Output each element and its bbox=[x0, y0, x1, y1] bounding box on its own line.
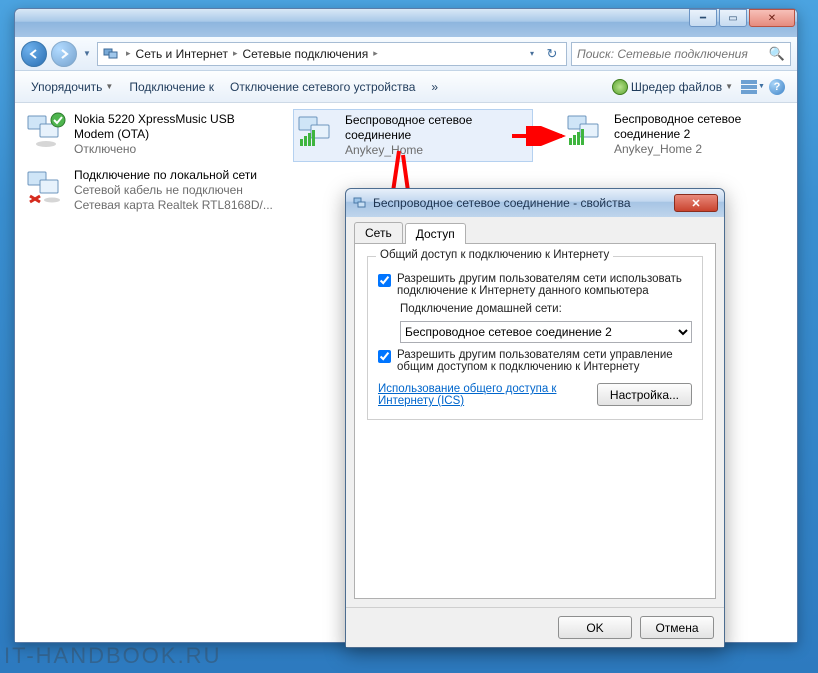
properties-dialog: Беспроводное сетевое соединение - свойст… bbox=[345, 188, 725, 648]
tab-strip: Сеть Доступ bbox=[346, 217, 724, 243]
organize-label: Упорядочить bbox=[31, 80, 102, 94]
connection-status: Отключено bbox=[74, 142, 235, 157]
organize-button[interactable]: Упорядочить ▼ bbox=[23, 77, 121, 97]
connection-name-2: Modem (OTA) bbox=[74, 127, 235, 142]
allow-control-checkbox[interactable] bbox=[378, 350, 391, 363]
cancel-button[interactable]: Отмена bbox=[640, 616, 714, 639]
nav-row: ▼ ▸ Сеть и Интернет ▸ Сетевые подключени… bbox=[15, 37, 797, 71]
ok-button[interactable]: OK bbox=[558, 616, 632, 639]
shredder-button[interactable]: Шредер файлов ▼ bbox=[604, 76, 741, 98]
caret-icon: ▼ bbox=[725, 82, 733, 91]
allow-share-label: Разрешить другим пользователям сети испо… bbox=[397, 273, 692, 297]
connect-to-button[interactable]: Подключение к bbox=[121, 77, 222, 97]
connection-status: Anykey_Home bbox=[345, 143, 472, 158]
shredder-icon bbox=[612, 79, 628, 95]
search-input[interactable] bbox=[577, 47, 769, 61]
overflow-label: » bbox=[431, 80, 438, 94]
toolbar: Упорядочить ▼ Подключение к Отключение с… bbox=[15, 71, 797, 103]
connection-status: Сетевой кабель не подключен bbox=[74, 183, 273, 198]
breadcrumb-sep: ▸ bbox=[124, 48, 133, 59]
explorer-titlebar: ━ ▭ ✕ bbox=[15, 9, 797, 37]
address-bar[interactable]: ▸ Сеть и Интернет ▸ Сетевые подключения … bbox=[97, 42, 567, 66]
refresh-button[interactable]: ↻ bbox=[541, 43, 563, 65]
disable-device-label: Отключение сетевого устройства bbox=[230, 80, 415, 94]
allow-control-label: Разрешить другим пользователям сети упра… bbox=[397, 349, 692, 373]
home-net-label: Подключение домашней сети: bbox=[400, 303, 692, 315]
group-label: Общий доступ к подключению к Интернету bbox=[376, 249, 613, 261]
connection-name-2: соединение 2 bbox=[614, 127, 741, 142]
ics-help-link[interactable]: Использование общего доступа к Интернету… bbox=[378, 383, 577, 407]
allow-share-checkbox[interactable] bbox=[378, 274, 391, 287]
breadcrumb-sep: ▸ bbox=[371, 48, 380, 59]
adapter-icon bbox=[26, 112, 68, 148]
dialog-footer: OK Отмена bbox=[346, 607, 724, 647]
connection-name-2: соединение bbox=[345, 128, 472, 143]
maximize-button[interactable]: ▭ bbox=[719, 9, 747, 27]
minimize-button[interactable]: ━ bbox=[689, 9, 717, 27]
ics-group: Общий доступ к подключению к Интернету Р… bbox=[367, 256, 703, 420]
adapter-icon bbox=[26, 168, 68, 204]
connection-wlan2[interactable]: Беспроводное сетевое соединение 2 Anykey… bbox=[563, 109, 783, 160]
dialog-title: Беспроводное сетевое соединение - свойст… bbox=[373, 196, 631, 210]
view-button[interactable]: ▼ bbox=[741, 75, 765, 99]
tab-body: Общий доступ к подключению к Интернету Р… bbox=[354, 243, 716, 599]
dialog-titlebar: Беспроводное сетевое соединение - свойст… bbox=[346, 189, 724, 217]
adapter-small-icon bbox=[352, 195, 368, 211]
dialog-close-button[interactable]: ✕ bbox=[674, 194, 718, 212]
search-box[interactable]: 🔍 bbox=[571, 42, 791, 66]
help-button[interactable]: ? bbox=[765, 75, 789, 99]
connection-usb-modem[interactable]: Nokia 5220 XpressMusic USB Modem (OTA) О… bbox=[23, 109, 273, 160]
connection-lan[interactable]: Подключение по локальной сети Сетевой ка… bbox=[23, 165, 283, 216]
adapter-icon bbox=[566, 112, 608, 148]
overflow-button[interactable]: » bbox=[423, 77, 446, 97]
disable-device-button[interactable]: Отключение сетевого устройства bbox=[222, 77, 423, 97]
tab-sharing[interactable]: Доступ bbox=[405, 223, 466, 244]
search-icon: 🔍 bbox=[769, 46, 785, 62]
connection-status: Anykey_Home 2 bbox=[614, 142, 741, 157]
address-dropdown[interactable]: ▾ bbox=[526, 44, 538, 64]
network-icon bbox=[101, 44, 121, 64]
caret-icon: ▼ bbox=[105, 82, 113, 91]
history-dropdown[interactable]: ▼ bbox=[81, 44, 93, 64]
settings-button[interactable]: Настройка... bbox=[597, 383, 692, 406]
adapter-icon bbox=[297, 113, 339, 149]
tab-network[interactable]: Сеть bbox=[354, 222, 403, 243]
connection-name: Беспроводное сетевое bbox=[614, 112, 741, 127]
connection-wlan1[interactable]: Беспроводное сетевое соединение Anykey_H… bbox=[293, 109, 533, 162]
connection-name: Nokia 5220 XpressMusic USB bbox=[74, 112, 235, 127]
forward-button[interactable] bbox=[51, 41, 77, 67]
connection-name: Подключение по локальной сети bbox=[74, 168, 273, 183]
shredder-label: Шредер файлов bbox=[631, 80, 722, 94]
breadcrumb-1[interactable]: Сеть и Интернет bbox=[133, 47, 231, 61]
back-button[interactable] bbox=[21, 41, 47, 67]
connection-name: Беспроводное сетевое bbox=[345, 113, 472, 128]
breadcrumb-2[interactable]: Сетевые подключения bbox=[239, 47, 371, 61]
home-net-select[interactable]: Беспроводное сетевое соединение 2 bbox=[400, 321, 692, 343]
arrow-left-icon bbox=[28, 48, 40, 60]
arrow-right-icon bbox=[58, 48, 70, 60]
watermark: IT-HANDBOOK.RU bbox=[4, 643, 221, 669]
close-button[interactable]: ✕ bbox=[749, 9, 795, 27]
connection-device: Сетевая карта Realtek RTL8168D/... bbox=[74, 198, 273, 213]
breadcrumb-sep: ▸ bbox=[231, 48, 240, 59]
connect-to-label: Подключение к bbox=[129, 80, 214, 94]
